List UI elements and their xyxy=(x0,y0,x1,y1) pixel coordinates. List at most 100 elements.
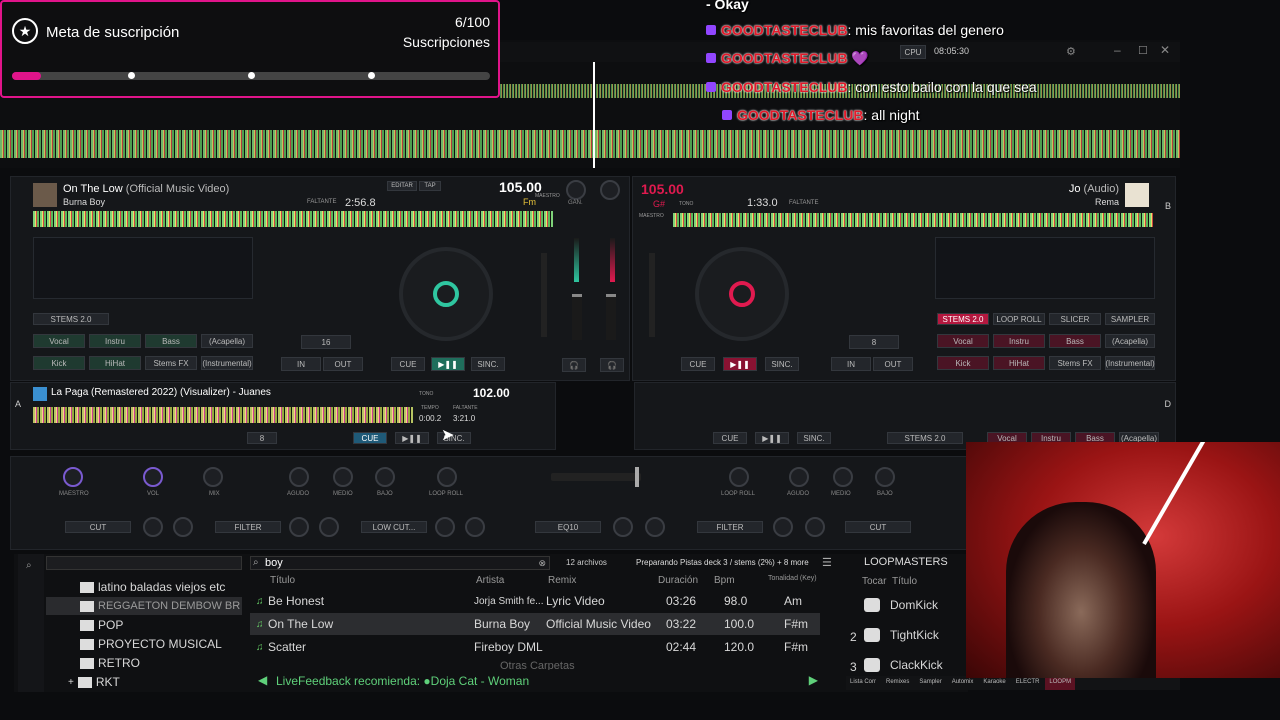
sampler-item[interactable]: 3 ClackKick xyxy=(848,656,968,672)
col-bpm[interactable]: Bpm xyxy=(714,575,735,586)
table-row[interactable]: ♫ Be Honest Jorja Smith fe... Lyric Vide… xyxy=(250,590,820,612)
headphones-right-icon[interactable]: 🎧 xyxy=(600,358,624,372)
deck3-play-button[interactable]: ▶❚❚ xyxy=(395,432,429,444)
deck1-pad-stemsfx[interactable]: Stems FX xyxy=(145,356,197,370)
deck3-loop-size[interactable]: 8 xyxy=(247,432,277,444)
tab-sampler[interactable]: Sampler xyxy=(915,676,945,690)
deck1-pads-mode[interactable]: STEMS 2.0 xyxy=(33,313,109,325)
deck2-loop-out[interactable]: OUT xyxy=(873,357,913,371)
sampler-item[interactable]: 2 TightKick xyxy=(848,626,968,648)
folder-item[interactable]: latino baladas viejos etc xyxy=(46,578,242,596)
deck2-hotcues[interactable] xyxy=(935,237,1155,299)
settings-icon[interactable]: ⚙ xyxy=(1066,45,1076,58)
sampler-item[interactable]: DomKick xyxy=(848,596,968,618)
deck2-loop-in[interactable]: IN xyxy=(831,357,871,371)
eq-mid-left-knob[interactable] xyxy=(333,467,353,487)
mix-knob[interactable] xyxy=(203,467,223,487)
eq-high-left-knob[interactable] xyxy=(289,467,309,487)
fx-len2-knob[interactable] xyxy=(465,517,485,537)
deck1-play-button[interactable]: ▶❚❚ xyxy=(431,357,465,371)
deck1-pad-instru[interactable]: Instru xyxy=(89,334,141,348)
deck2-tab-slicer[interactable]: SLICER xyxy=(1049,313,1101,325)
deck1-edit-button[interactable]: EDITAR xyxy=(387,181,417,191)
table-row[interactable]: ♫ Scatter Fireboy DML 02:44 120.0 F#m xyxy=(250,636,820,658)
col-key[interactable]: Tonalidad (Key) xyxy=(768,575,817,582)
folder-item[interactable]: + RKT xyxy=(46,673,242,691)
expand-icon[interactable]: + xyxy=(68,677,74,688)
deck1-pad-hihat[interactable]: HiHat xyxy=(89,356,141,370)
livefeedback-left-icon[interactable]: ◀ xyxy=(258,673,267,687)
table-row-selected[interactable]: ♫ On The Low Burna Boy Official Music Vi… xyxy=(250,613,820,635)
deck4-play-button[interactable]: ▶❚❚ xyxy=(755,432,789,444)
fx-cut-left[interactable]: CUT xyxy=(65,521,131,533)
fx-str-knob[interactable] xyxy=(143,517,163,537)
deck2-waveform[interactable] xyxy=(673,213,1153,227)
search-box[interactable]: ⌕ boy ⊗ xyxy=(250,556,550,570)
deck1-hotcues[interactable] xyxy=(33,237,253,299)
fx-filter-left[interactable]: FILTER xyxy=(215,521,281,533)
folder-item[interactable]: PROYECTO MUSICAL xyxy=(46,635,242,653)
tab-loopm[interactable]: LOOPM xyxy=(1045,676,1076,690)
deck4-pads-mode[interactable]: STEMS 2.0 xyxy=(887,432,963,444)
deck2-cue-button[interactable]: CUE xyxy=(681,357,715,371)
deck2-pad-vocal[interactable]: Vocal xyxy=(937,334,989,348)
deck3-waveform[interactable] xyxy=(33,407,413,423)
fx-filter-right[interactable]: FILTER xyxy=(697,521,763,533)
deck2-sync-button[interactable]: SINC. xyxy=(765,357,799,371)
crossfader[interactable] xyxy=(551,467,641,487)
deck1-loop-in[interactable]: IN xyxy=(281,357,321,371)
deck2-pad-acapella[interactable]: (Acapella) xyxy=(1105,334,1155,348)
col-duration[interactable]: Duración xyxy=(658,575,698,586)
deck2-pad-hihat[interactable]: HiHat xyxy=(993,356,1045,370)
fx-cut-right[interactable]: CUT xyxy=(845,521,911,533)
deck1-pad-acapella[interactable]: (Acapella) xyxy=(201,334,253,348)
close-icon[interactable]: ✕ xyxy=(1160,43,1170,57)
deck4-cue-button[interactable]: CUE xyxy=(713,432,747,444)
deck2-pitch-slider[interactable] xyxy=(649,253,655,337)
livefeedback-play-icon[interactable]: ▶ xyxy=(809,673,818,687)
deck3-cue-button[interactable]: CUE xyxy=(353,432,387,444)
fx-len-knob[interactable] xyxy=(173,517,193,537)
fx-eq10[interactable]: EQ10 xyxy=(535,521,601,533)
search-icon[interactable]: ⌕ xyxy=(26,560,32,571)
deck2-pad-kick[interactable]: Kick xyxy=(937,356,989,370)
deck2-pad-instrumental[interactable]: (Instrumental) xyxy=(1105,356,1155,370)
fx-lowcut[interactable]: LOW CUT... xyxy=(361,521,427,533)
gain-knob-left[interactable] xyxy=(566,180,586,200)
fx-pos-right-knob[interactable] xyxy=(773,517,793,537)
eq-low-right-knob[interactable] xyxy=(875,467,895,487)
deck1-pad-kick[interactable]: Kick xyxy=(33,356,85,370)
deck2-jogwheel[interactable] xyxy=(695,247,789,341)
deck2-tab-stems[interactable]: STEMS 2.0 xyxy=(937,313,989,325)
crossfader-handle[interactable] xyxy=(635,467,639,487)
deck1-loop-size[interactable]: 16 xyxy=(301,335,351,349)
deck1-pad-bass[interactable]: Bass xyxy=(145,334,197,348)
folder-item[interactable]: RETRO xyxy=(46,654,242,672)
col-artist[interactable]: Artista xyxy=(476,575,504,586)
deck4-sync-button[interactable]: SINC. xyxy=(797,432,831,444)
clear-search-icon[interactable]: ⊗ xyxy=(538,557,546,569)
tab-automix[interactable]: Automix xyxy=(948,676,978,690)
tab-remixes[interactable]: Remixes xyxy=(882,676,913,690)
folder-search-field[interactable] xyxy=(46,556,242,570)
eq-high-right-knob[interactable] xyxy=(789,467,809,487)
col-title[interactable]: Título xyxy=(270,575,295,586)
deck1-tap-button[interactable]: TAP xyxy=(419,181,441,191)
livefeedback-bar[interactable]: ◀ LiveFeedback recomienda: ●Doja Cat - W… xyxy=(250,672,830,690)
deck1-waveform[interactable] xyxy=(33,211,553,227)
fx-res-right-knob[interactable] xyxy=(805,517,825,537)
loop-roll-left-knob[interactable] xyxy=(437,467,457,487)
vol-knob[interactable] xyxy=(143,467,163,487)
tab-electr[interactable]: ELECTR xyxy=(1012,676,1044,690)
deck1-sync-button[interactable]: SINC. xyxy=(471,357,505,371)
deck2-play-button[interactable]: ▶❚❚ xyxy=(723,357,757,371)
fx-32hz-knob[interactable] xyxy=(613,517,633,537)
deck2-pad-stemsfx[interactable]: Stems FX xyxy=(1049,356,1101,370)
volume-fader-right[interactable] xyxy=(606,294,616,340)
eq-low-left-knob[interactable] xyxy=(375,467,395,487)
deck1-jogwheel[interactable] xyxy=(399,247,493,341)
tab-karaoke[interactable]: Karaoke xyxy=(979,676,1009,690)
deck1-pitch-slider[interactable] xyxy=(541,253,547,337)
deck1-pad-instrumental[interactable]: (Instrumental) xyxy=(201,356,253,370)
deck2-pad-bass[interactable]: Bass xyxy=(1049,334,1101,348)
